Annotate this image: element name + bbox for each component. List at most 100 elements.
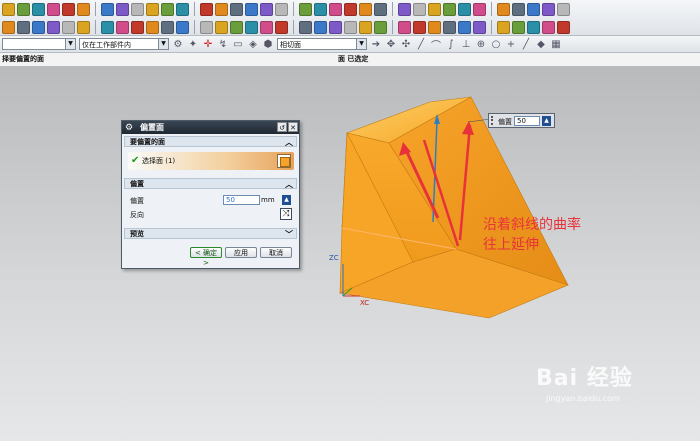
toolbar-button-icon[interactable] — [77, 20, 90, 34]
toolbar-button-icon[interactable] — [131, 20, 144, 34]
apply-button[interactable]: 应用 — [225, 247, 257, 258]
type-filter-combo[interactable]: ▼ — [2, 38, 76, 50]
toolbar-button-icon[interactable] — [245, 2, 258, 16]
move-handle-icon[interactable]: ✣ — [400, 39, 412, 50]
toolbar-button-icon[interactable] — [413, 2, 426, 16]
toolbar-button-icon[interactable] — [47, 2, 60, 16]
grid-icon[interactable]: ▦ — [550, 39, 562, 50]
toolbar-button-icon[interactable] — [200, 2, 213, 16]
floating-spin-button[interactable]: ▲ — [542, 116, 551, 126]
cube-view-icon[interactable]: ◈ — [247, 39, 259, 50]
toolbar-button-icon[interactable] — [101, 20, 114, 34]
cancel-button[interactable]: 取消 — [260, 247, 292, 258]
toolbar-button-icon[interactable] — [557, 2, 570, 16]
toolbar-button-icon[interactable] — [314, 20, 327, 34]
toolbar-button-icon[interactable] — [398, 20, 411, 34]
slash-icon[interactable]: ╱ — [520, 39, 532, 50]
select-face-row[interactable]: ✔ 选择面 (1) — [128, 152, 294, 170]
filter-icon[interactable]: ⚙ — [172, 39, 184, 50]
floating-offset-input[interactable]: 偏置 50 ▲ — [488, 113, 555, 128]
plus-icon[interactable]: + — [505, 39, 517, 50]
toolbar-button-icon[interactable] — [542, 20, 555, 34]
toolbar-button-icon[interactable] — [131, 2, 144, 16]
toolbar-button-icon[interactable] — [17, 20, 30, 34]
toolbar-button-icon[interactable] — [374, 2, 387, 16]
toolbar-button-icon[interactable] — [161, 20, 174, 34]
toolbar-button-icon[interactable] — [497, 20, 510, 34]
chevron-up-icon[interactable]: ︿ — [285, 179, 293, 190]
rect-select-icon[interactable]: ▭ — [232, 39, 244, 50]
select-icon[interactable]: ✦ — [187, 39, 199, 50]
reset-icon[interactable]: ↺ — [277, 122, 287, 132]
section-face-header[interactable]: 要偏置的面 ︿ — [124, 136, 297, 147]
toolbar-button-icon[interactable] — [215, 2, 228, 16]
feature-icon[interactable]: ⬢ — [262, 39, 274, 50]
toolbar-button-icon[interactable] — [245, 20, 258, 34]
toolbar-button-icon[interactable] — [413, 20, 426, 34]
toolbar-button-icon[interactable] — [47, 20, 60, 34]
floating-offset-value[interactable]: 50 — [514, 116, 540, 126]
toolbar-button-icon[interactable] — [101, 2, 114, 16]
toolbar-button-icon[interactable] — [329, 2, 342, 16]
toolbar-button-icon[interactable] — [62, 20, 75, 34]
toolbar-button-icon[interactable] — [473, 2, 486, 16]
dialog-titlebar[interactable]: ⚙ 偏置面 ↺ ✕ — [122, 121, 299, 134]
toolbar-button-icon[interactable] — [473, 20, 486, 34]
close-icon[interactable]: ✕ — [288, 122, 298, 132]
toolbar-button-icon[interactable] — [527, 2, 540, 16]
toolbar-button-icon[interactable] — [200, 20, 213, 34]
offset-input[interactable]: 50 — [223, 195, 260, 205]
line-icon[interactable]: ╱ — [415, 39, 427, 50]
toolbar-button-icon[interactable] — [299, 20, 312, 34]
toolbar-button-icon[interactable] — [161, 2, 174, 16]
arrow-right-icon[interactable]: ➔ — [370, 39, 382, 50]
toolbar-button-icon[interactable] — [62, 2, 75, 16]
snap-point-icon[interactable]: ✛ — [202, 39, 214, 50]
toolbar-button-icon[interactable] — [260, 20, 273, 34]
spline-icon[interactable]: ∫ — [445, 39, 457, 50]
toolbar-button-icon[interactable] — [275, 20, 288, 34]
toolbar-button-icon[interactable] — [344, 20, 357, 34]
toolbar-button-icon[interactable] — [428, 20, 441, 34]
toolbar-button-icon[interactable] — [443, 20, 456, 34]
snap-mode-combo[interactable]: 相切面 ▼ — [277, 38, 367, 50]
toolbar-button-icon[interactable] — [2, 20, 15, 34]
toolbar-button-icon[interactable] — [299, 2, 312, 16]
toolbar-button-icon[interactable] — [176, 20, 189, 34]
toolbar-button-icon[interactable] — [329, 20, 342, 34]
toolbar-button-icon[interactable] — [458, 2, 471, 16]
toolbar-button-icon[interactable] — [512, 2, 525, 16]
curve-icon[interactable]: ⌒ — [430, 37, 442, 52]
toolbar-button-icon[interactable] — [497, 2, 510, 16]
toolbar-button-icon[interactable] — [398, 2, 411, 16]
circle-point-icon[interactable]: ⊕ — [475, 39, 487, 50]
toolbar-button-icon[interactable] — [2, 2, 15, 16]
toolbar-button-icon[interactable] — [428, 2, 441, 16]
section-offset-header[interactable]: 偏置 ︿ — [124, 178, 297, 189]
toolbar-button-icon[interactable] — [146, 2, 159, 16]
gear-icon[interactable]: ⚙ — [125, 122, 133, 135]
section-preview-header[interactable]: 预览 ﹀ — [124, 228, 297, 239]
toolbar-button-icon[interactable] — [443, 2, 456, 16]
reverse-direction-icon[interactable]: ⤨ — [280, 208, 292, 220]
move-icon[interactable]: ✥ — [385, 39, 397, 50]
toolbar-button-icon[interactable] — [230, 2, 243, 16]
toolbar-button-icon[interactable] — [230, 20, 243, 34]
toolbar-button-icon[interactable] — [374, 20, 387, 34]
pick-icon[interactable]: ↯ — [217, 39, 229, 50]
box-icon[interactable]: ◆ — [535, 39, 547, 50]
circle-icon[interactable]: ○ — [490, 39, 502, 50]
toolbar-button-icon[interactable] — [512, 20, 525, 34]
toolbar-button-icon[interactable] — [275, 2, 288, 16]
toolbar-button-icon[interactable] — [146, 20, 159, 34]
toolbar-button-icon[interactable] — [458, 20, 471, 34]
ok-button[interactable]: < 确定 > — [190, 247, 222, 267]
scope-filter-combo[interactable]: 仅在工作部件内 ▼ — [79, 38, 169, 50]
offset-spin-button[interactable]: ▲ — [282, 195, 291, 205]
toolbar-button-icon[interactable] — [17, 2, 30, 16]
toolbar-button-icon[interactable] — [314, 2, 327, 16]
toolbar-button-icon[interactable] — [215, 20, 228, 34]
toolbar-button-icon[interactable] — [116, 2, 129, 16]
toolbar-button-icon[interactable] — [542, 2, 555, 16]
perpendicular-icon[interactable]: ⊥ — [460, 39, 472, 50]
